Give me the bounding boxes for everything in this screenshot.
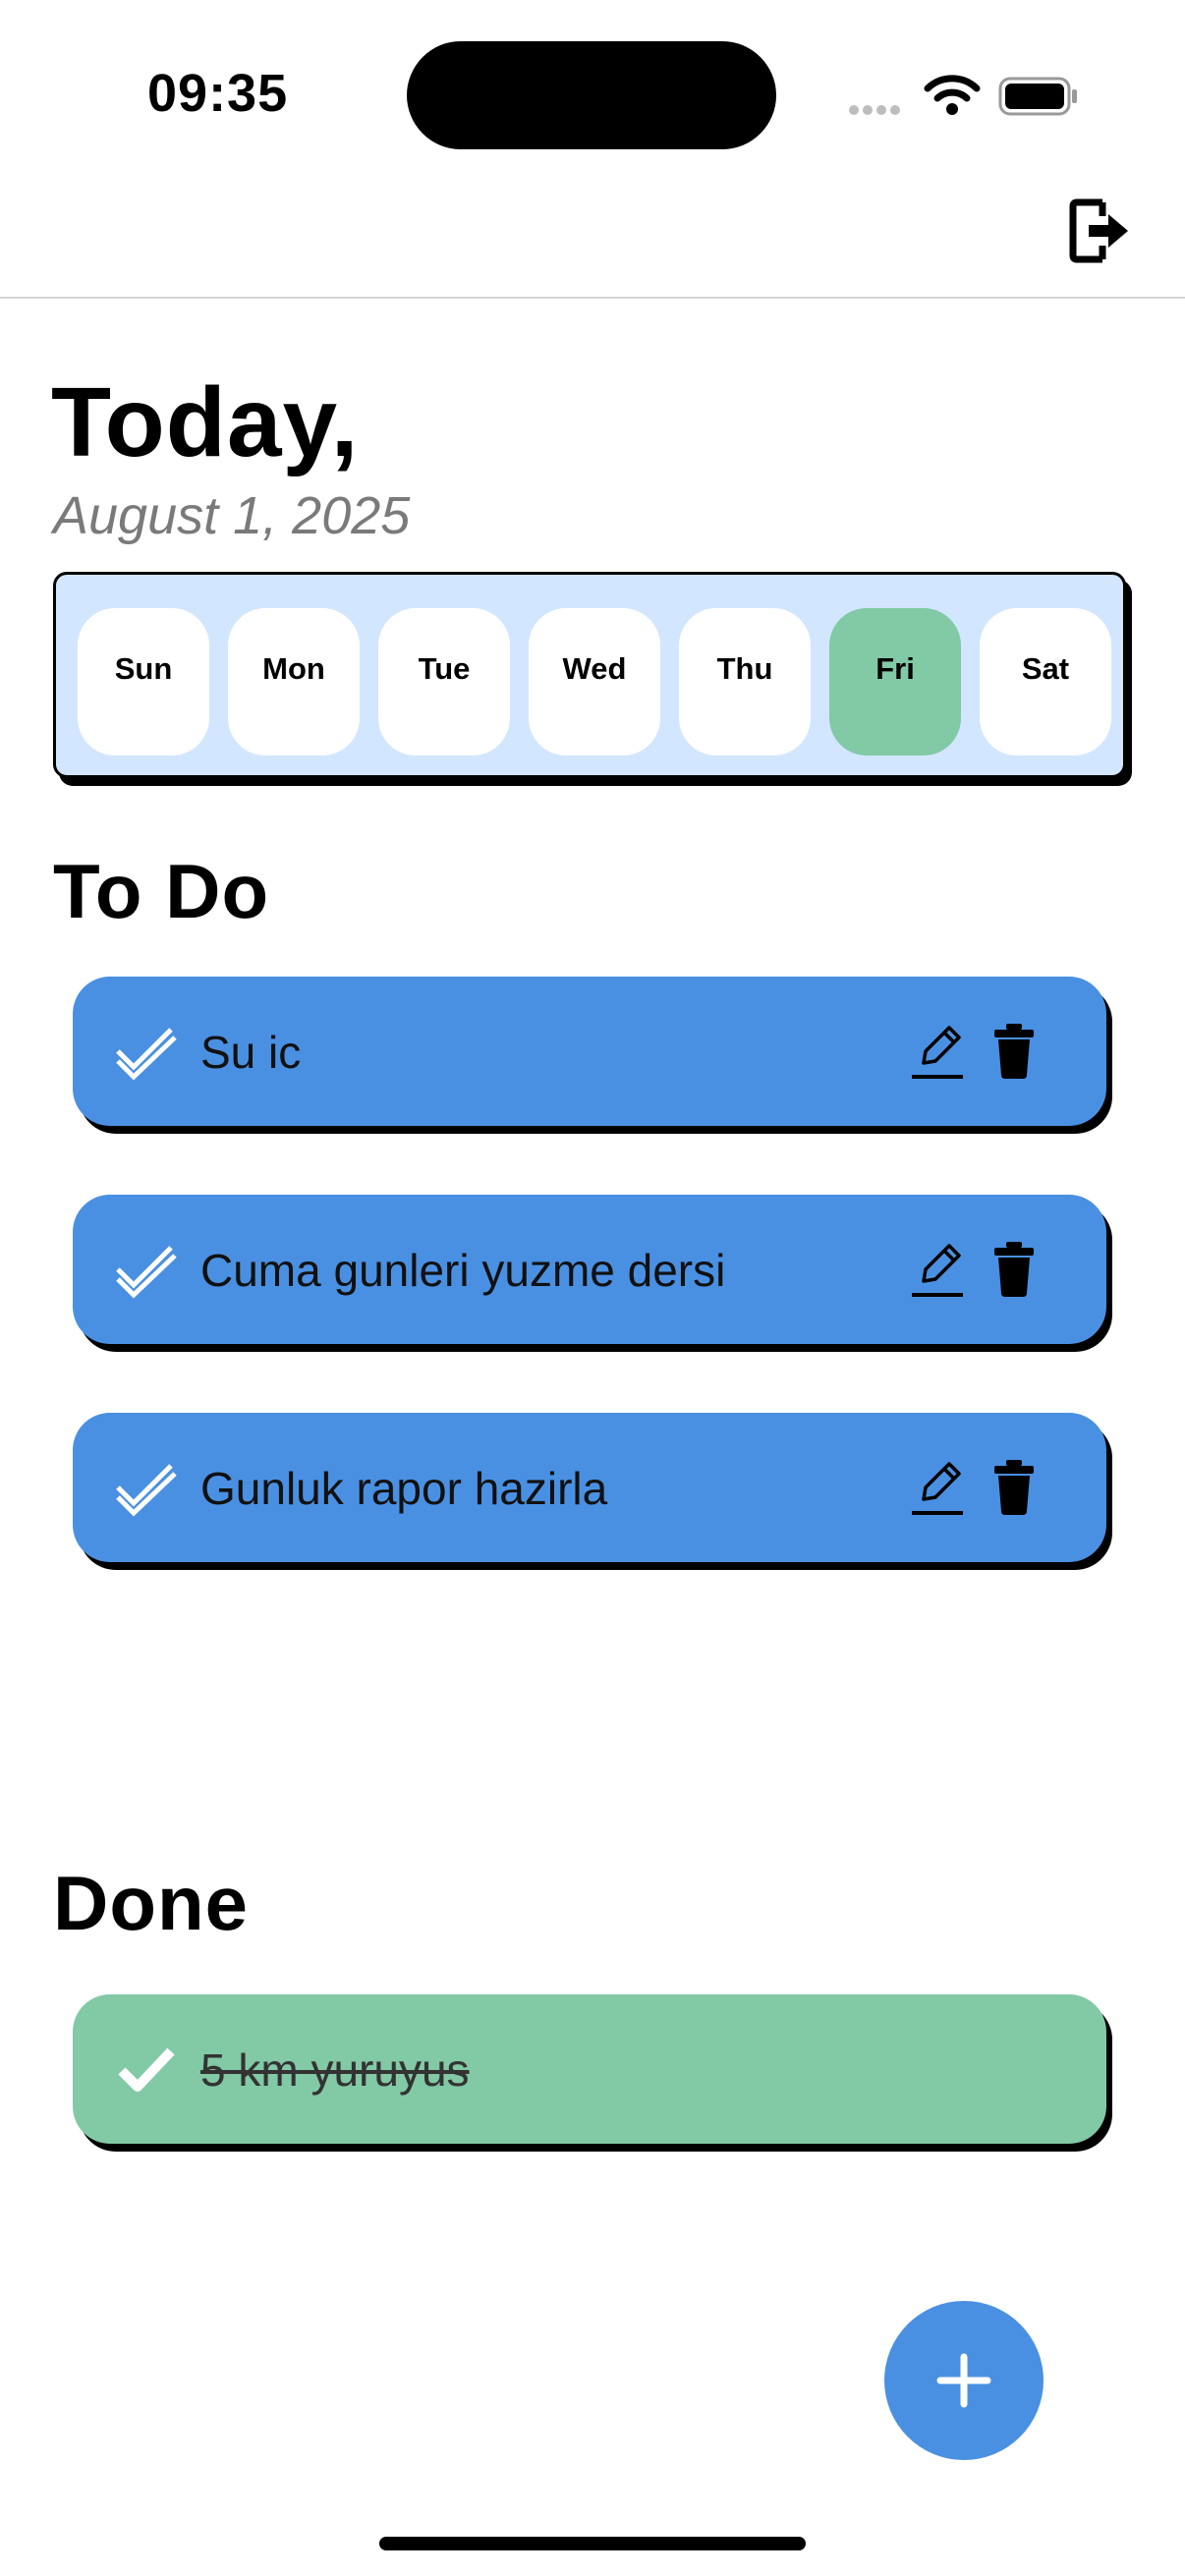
todo-item-text: Su ic [200, 1027, 302, 1078]
dynamic-island [407, 41, 776, 149]
edit-pencil-icon[interactable] [910, 1022, 967, 1081]
trash-icon[interactable] [992, 1242, 1036, 1297]
day-fri[interactable]: Fri [829, 608, 961, 756]
day-label: Sun [114, 651, 173, 686]
wifi-icon [924, 75, 981, 115]
todo-item-text: Cuma gunleri yuzme dersi [200, 1245, 726, 1296]
edit-pencil-icon[interactable] [910, 1240, 967, 1299]
todo-heading: To Do [53, 848, 270, 934]
cellular-signal-icon [849, 102, 904, 120]
day-thu[interactable]: Thu [679, 608, 811, 756]
edit-pencil-icon[interactable] [910, 1458, 967, 1517]
day-label: Fri [875, 651, 915, 686]
week-day-selector: Sun Mon Tue Wed Thu Fri Sat [53, 572, 1126, 778]
logout-icon[interactable] [1067, 196, 1132, 265]
done-heading: Done [53, 1860, 249, 1946]
plus-icon [936, 2353, 991, 2408]
battery-icon [998, 77, 1077, 116]
checkmark-icon[interactable] [112, 2034, 181, 2102]
day-label: Wed [562, 651, 627, 686]
todo-item: Gunluk rapor hazirla [73, 1413, 1106, 1562]
day-wed[interactable]: Wed [529, 608, 660, 756]
done-item: 5 km yuruyus [73, 1994, 1106, 2144]
day-label: Thu [716, 651, 773, 686]
todo-item: Su ic [73, 977, 1106, 1126]
app-header [0, 177, 1185, 299]
day-sat[interactable]: Sat [980, 608, 1111, 756]
page-title: Today, [51, 367, 360, 477]
day-label: Sat [1021, 651, 1070, 686]
day-label: Tue [418, 651, 471, 686]
add-task-button[interactable] [884, 2301, 1044, 2460]
double-check-icon[interactable] [112, 1016, 181, 1085]
todo-item: Cuma gunleri yuzme dersi [73, 1195, 1106, 1344]
status-time: 09:35 [147, 64, 289, 123]
done-item-text: 5 km yuruyus [200, 2044, 470, 2096]
day-mon[interactable]: Mon [228, 608, 360, 756]
double-check-icon[interactable] [112, 1452, 181, 1521]
home-indicator[interactable] [379, 2537, 806, 2550]
day-tue[interactable]: Tue [378, 608, 510, 756]
trash-icon[interactable] [992, 1460, 1036, 1515]
trash-icon[interactable] [992, 1024, 1036, 1079]
todo-item-text: Gunluk rapor hazirla [200, 1463, 608, 1514]
double-check-icon[interactable] [112, 1234, 181, 1303]
day-sun[interactable]: Sun [78, 608, 209, 756]
day-label: Mon [262, 651, 325, 686]
current-date: August 1, 2025 [53, 486, 411, 545]
status-bar: 09:35 [0, 0, 1185, 177]
